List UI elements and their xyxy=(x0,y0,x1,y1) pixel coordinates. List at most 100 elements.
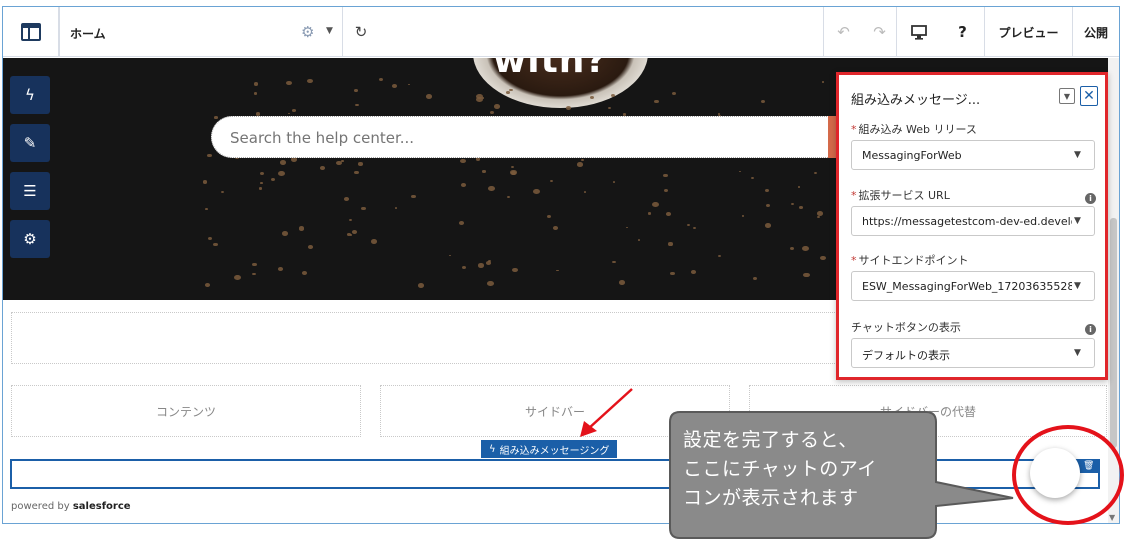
chevron-down-icon: ▼ xyxy=(1074,216,1081,226)
coffee-bean xyxy=(234,275,241,281)
theme-button[interactable]: ✎ xyxy=(10,124,50,162)
content-column[interactable]: コンテンツ xyxy=(11,385,361,437)
refresh-button[interactable]: ↻ xyxy=(344,7,378,57)
coffee-bean xyxy=(287,112,290,115)
panel-close-button[interactable]: ✕ xyxy=(1080,86,1098,106)
coffee-bean xyxy=(618,279,626,285)
required-marker: * xyxy=(851,123,857,136)
coffee-bean xyxy=(765,203,770,207)
help-button[interactable]: ? xyxy=(941,7,985,57)
web-release-value: MessagingForWeb xyxy=(862,149,962,162)
page-settings-gear-icon[interactable]: ⚙ xyxy=(301,23,314,41)
publish-button[interactable]: 公開 xyxy=(1073,7,1119,57)
callout-line: コンが表示されます xyxy=(683,487,859,509)
coffee-bean xyxy=(552,226,558,231)
coffee-bean xyxy=(205,208,208,210)
powered-by-footer: powered by salesforce xyxy=(11,501,131,512)
site-endpoint-select[interactable]: ESW_MessagingForWeb_1720363552806 ▼ xyxy=(851,271,1095,301)
coffee-bean xyxy=(654,99,659,103)
chat-button-display-value: デフォルトの表示 xyxy=(862,349,950,362)
coffee-bean xyxy=(493,104,500,109)
coffee-bean xyxy=(651,201,659,207)
coffee-bean xyxy=(208,236,213,240)
list-icon: ☰ xyxy=(23,182,37,200)
coffee-bean xyxy=(290,157,298,163)
coffee-bean xyxy=(507,195,510,198)
coffee-bean xyxy=(448,254,452,257)
lightning-icon: ϟ xyxy=(25,86,35,104)
callout-text: 設定を完了すると、 ここにチャットのアイ コンが表示されます xyxy=(683,426,943,513)
scrollbar-thumb[interactable] xyxy=(1110,218,1117,448)
coffee-bean xyxy=(320,166,326,170)
coffee-bean xyxy=(254,92,258,95)
coffee-bean xyxy=(672,92,677,95)
coffee-bean xyxy=(761,100,766,104)
coffee-bean xyxy=(308,245,314,249)
page-selector[interactable]: ホーム ⚙ ▼ xyxy=(59,7,343,57)
coffee-bean xyxy=(583,191,587,194)
field-label-service-url: * 拡張サービス URL xyxy=(851,189,950,202)
settings-button[interactable]: ⚙ xyxy=(10,220,50,258)
coffee-bean xyxy=(207,153,213,158)
coffee-bean xyxy=(647,212,651,215)
annotation-arrow xyxy=(580,388,633,437)
chat-button-display-select[interactable]: デフォルトの表示 ▼ xyxy=(851,338,1095,368)
close-icon: ✕ xyxy=(1083,88,1095,104)
coffee-bean xyxy=(803,272,810,278)
coffee-bean xyxy=(489,110,495,115)
coffee-bean xyxy=(512,268,518,273)
coffee-bean xyxy=(487,281,494,286)
coffee-bean xyxy=(576,162,583,167)
page-name: ホーム xyxy=(70,27,106,41)
undo-button[interactable]: ↶ xyxy=(823,7,863,57)
web-release-select[interactable]: MessagingForWeb ▼ xyxy=(851,140,1095,170)
coffee-bean xyxy=(411,194,416,199)
redo-button[interactable]: ↷ xyxy=(863,7,897,57)
callout-line: 設定を完了すると、 xyxy=(683,429,858,451)
page-structure-button[interactable]: ☰ xyxy=(10,172,50,210)
refresh-icon: ↻ xyxy=(354,23,368,41)
layout-toggle-button[interactable] xyxy=(3,7,59,57)
coffee-bean xyxy=(547,214,551,218)
info-icon[interactable]: i xyxy=(1085,324,1096,335)
preview-button[interactable]: プレビュー xyxy=(985,7,1073,57)
coffee-bean xyxy=(354,171,359,175)
coffee-bean xyxy=(686,223,690,226)
help-search-box[interactable] xyxy=(211,116,836,158)
help-search-input[interactable] xyxy=(230,129,790,147)
coffee-bean xyxy=(279,159,286,165)
coffee-bean xyxy=(789,246,794,250)
coffee-bean xyxy=(220,190,225,194)
panel-collapse-button[interactable]: ▼ xyxy=(1059,88,1075,104)
coffee-bean xyxy=(764,188,769,192)
chevron-down-icon: ▼ xyxy=(1074,281,1081,291)
coffee-bean xyxy=(816,211,823,216)
coffee-bean xyxy=(764,223,772,228)
info-icon[interactable]: i xyxy=(1085,193,1096,204)
coffee-bean xyxy=(625,226,628,229)
coffee-bean xyxy=(301,271,307,276)
coffee-bean xyxy=(354,88,358,92)
coffee-bean xyxy=(251,262,257,267)
coffee-bean xyxy=(458,220,464,225)
service-url-select[interactable]: https://messagetestcom-dev-ed.develop...… xyxy=(851,206,1095,236)
field-label-site-endpoint: * サイトエンドポイント xyxy=(851,254,969,267)
coffee-bean xyxy=(801,245,809,251)
chevron-down-icon[interactable]: ▼ xyxy=(326,26,333,36)
field-label-web-release: * 組み込み Web リリース xyxy=(851,123,977,136)
coffee-bean xyxy=(355,103,359,107)
scroll-down-icon[interactable]: ▼ xyxy=(1109,513,1115,522)
coffee-bean xyxy=(306,78,313,84)
builder-toolbar: ホーム ⚙ ▼ ↻ ↶ ↷ ? プレビュー 公開 xyxy=(3,7,1119,57)
device-view-button[interactable] xyxy=(897,7,941,57)
coffee-bean xyxy=(459,158,466,163)
coffee-bean xyxy=(799,205,803,209)
coffee-bean xyxy=(505,91,510,95)
components-button[interactable]: ϟ xyxy=(10,76,50,114)
coffee-bean xyxy=(738,170,742,173)
coffee-bean xyxy=(461,265,467,270)
layout-icon xyxy=(20,23,41,41)
coffee-bean xyxy=(292,108,296,112)
coffee-bean xyxy=(797,186,801,188)
messaging-component-tag[interactable]: ϟ 組み込みメッセージング xyxy=(481,440,618,458)
